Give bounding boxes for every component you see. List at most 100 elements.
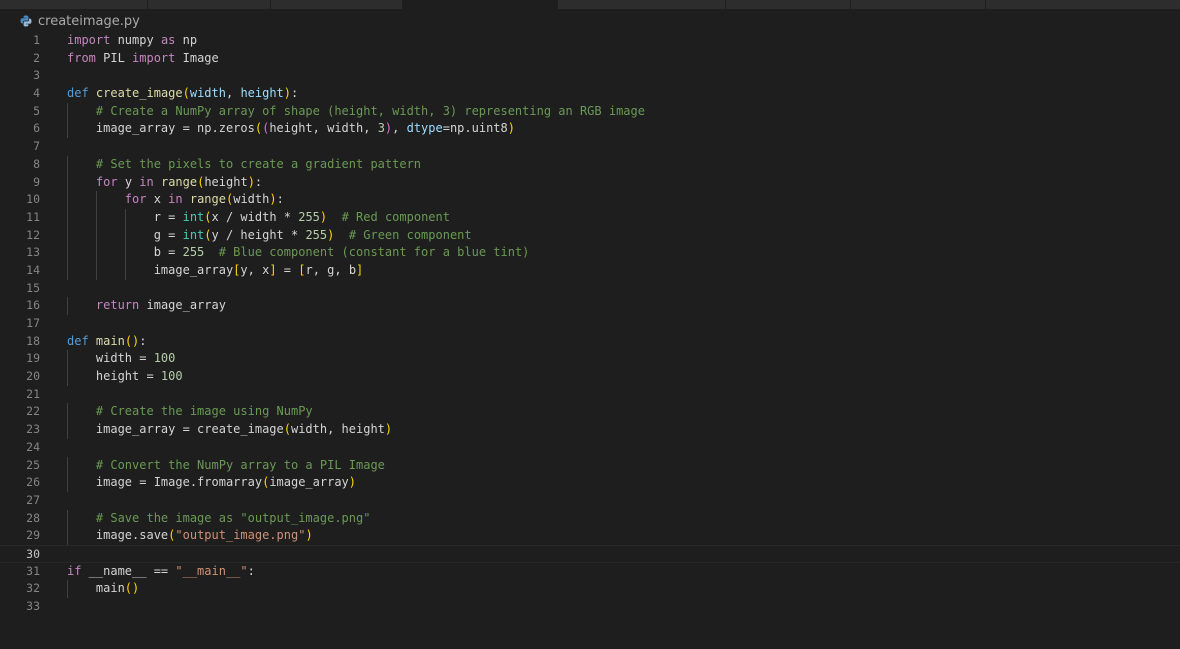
code-line[interactable]: 7: [0, 138, 1180, 156]
code-line[interactable]: 32 main(): [0, 580, 1180, 599]
code-token: if: [67, 563, 82, 578]
code-line[interactable]: 25 # Convert the NumPy array to a PIL Im…: [0, 456, 1180, 475]
code-token: :: [291, 86, 299, 101]
line-code[interactable]: for x in range(width):: [67, 191, 284, 209]
code-token: range: [189, 192, 226, 207]
code-line[interactable]: 11 r = int(x / width * 255) # Red compon…: [0, 208, 1180, 227]
line-code[interactable]: from PIL import Image: [67, 50, 219, 68]
line-code[interactable]: import numpy as np: [67, 32, 197, 50]
indent-guide: [95, 191, 97, 209]
line-number: 2: [33, 50, 40, 65]
line-code[interactable]: image_array = np.zeros((height, width, 3…: [67, 120, 515, 139]
code-line[interactable]: 33: [0, 598, 1180, 616]
line-number: 21: [26, 386, 40, 401]
code-token: width: [233, 192, 270, 207]
line-code[interactable]: # Set the pixels to create a gradient pa…: [67, 155, 421, 174]
line-number: 27: [26, 492, 40, 507]
code-token: image = Image.fromarray: [67, 475, 263, 490]
line-code[interactable]: image_array = create_image(width, height…: [67, 421, 392, 439]
line-number: 16: [26, 298, 40, 313]
code-line[interactable]: 5 # Create a NumPy array of shape (heigh…: [0, 102, 1180, 121]
line-code[interactable]: def main():: [67, 333, 147, 351]
code-line[interactable]: 31 if __name__ == "__main__":: [0, 563, 1180, 581]
code-line[interactable]: 2 from PIL import Image: [0, 50, 1180, 68]
line-code[interactable]: # Convert the NumPy array to a PIL Image: [67, 456, 385, 475]
line-code[interactable]: image = Image.fromarray(image_array): [67, 474, 356, 492]
code-token: (: [182, 86, 190, 101]
editor-tab[interactable]: [558, 0, 726, 9]
code-line[interactable]: 18 def main():: [0, 333, 1180, 351]
indent-guide: [67, 102, 68, 121]
code-line[interactable]: 10 for x in range(width):: [0, 191, 1180, 209]
line-code[interactable]: # Create the image using NumPy: [67, 403, 313, 422]
code-token: 3: [377, 121, 385, 136]
indent-guide: [67, 580, 68, 599]
code-line[interactable]: 15: [0, 280, 1180, 298]
code-token: int: [182, 209, 205, 224]
breadcrumb-filename[interactable]: createimage.py: [38, 14, 140, 29]
editor-tab[interactable]: [986, 0, 1180, 9]
code-line[interactable]: 29 image.save("output_image.png"): [0, 527, 1180, 545]
breadcrumb[interactable]: createimage.py: [20, 12, 140, 30]
line-number: 13: [26, 245, 40, 260]
code-line[interactable]: 6 image_array = np.zeros((height, width,…: [0, 120, 1180, 139]
code-token: width =: [67, 351, 154, 366]
indent-guide: [67, 509, 68, 528]
code-line[interactable]: 16 return image_array: [0, 297, 1180, 316]
code-token: main: [67, 581, 125, 596]
code-line[interactable]: 8 # Set the pixels to create a gradient …: [0, 155, 1180, 174]
line-number: 25: [26, 457, 40, 472]
code-token: # Save the image as "output_image.png": [95, 510, 371, 525]
line-code[interactable]: b = 255 # Blue component (constant for a…: [67, 244, 529, 262]
line-code[interactable]: image.save("output_image.png"): [67, 527, 313, 545]
code-line[interactable]: 24: [0, 439, 1180, 457]
line-code[interactable]: g = int(y / height * 255) # Green compon…: [67, 226, 472, 245]
line-code[interactable]: # Create a NumPy array of shape (height,…: [67, 102, 645, 121]
line-code[interactable]: if __name__ == "__main__":: [67, 563, 255, 581]
code-line[interactable]: 22 # Create the image using NumPy: [0, 403, 1180, 422]
editor-tab[interactable]: [726, 0, 851, 9]
code-editor[interactable]: 1 import numpy as np 2 from PIL import Imag…: [0, 32, 1180, 616]
editor-tab[interactable]: [148, 0, 271, 9]
line-code[interactable]: main(): [67, 580, 139, 599]
line-code[interactable]: # Save the image as "output_image.png": [67, 509, 371, 528]
code-line[interactable]: 19 width = 100: [0, 350, 1180, 369]
code-line[interactable]: 17: [0, 315, 1180, 333]
code-line[interactable]: 12 g = int(y / height * 255) # Green com…: [0, 226, 1180, 245]
code-line[interactable]: 26 image = Image.fromarray(image_array): [0, 474, 1180, 492]
editor-tab[interactable]: [271, 0, 403, 9]
code-line[interactable]: 4 def create_image(width, height):: [0, 85, 1180, 103]
code-line[interactable]: 3: [0, 67, 1180, 85]
line-code[interactable]: image_array[y, x] = [r, g, b]: [67, 261, 363, 280]
code-line[interactable]: 30: [0, 544, 1180, 563]
code-line[interactable]: 21: [0, 386, 1180, 404]
code-token: 255: [305, 227, 328, 242]
code-token: # Green component: [348, 227, 472, 242]
editor-tab-active[interactable]: [403, 0, 558, 9]
code-line[interactable]: 27: [0, 492, 1180, 510]
code-line[interactable]: 20 height = 100: [0, 368, 1180, 386]
code-token: ): [384, 422, 393, 437]
line-code[interactable]: for y in range(height):: [67, 173, 262, 192]
line-number: 3: [33, 68, 40, 83]
indent-guide: [67, 350, 68, 369]
code-line[interactable]: 14 image_array[y, x] = [r, g, b]: [0, 261, 1180, 280]
code-line[interactable]: 9 for y in range(height):: [0, 173, 1180, 192]
line-code[interactable]: def create_image(width, height):: [67, 85, 298, 103]
line-code[interactable]: height = 100: [67, 368, 183, 386]
line-code[interactable]: return image_array: [67, 297, 226, 316]
line-code[interactable]: width = 100: [67, 350, 175, 369]
line-code[interactable]: r = int(x / width * 255) # Red component: [67, 208, 450, 227]
editor-tab[interactable]: [851, 0, 986, 9]
code-line[interactable]: 28 # Save the image as "output_image.png…: [0, 509, 1180, 528]
code-line[interactable]: 23 image_array = create_image(width, hei…: [0, 421, 1180, 439]
code-line[interactable]: 1 import numpy as np: [0, 32, 1180, 50]
line-number: 23: [26, 422, 40, 437]
editor-tab[interactable]: [0, 0, 148, 9]
code-line[interactable]: 13 b = 255 # Blue component (constant fo…: [0, 244, 1180, 262]
